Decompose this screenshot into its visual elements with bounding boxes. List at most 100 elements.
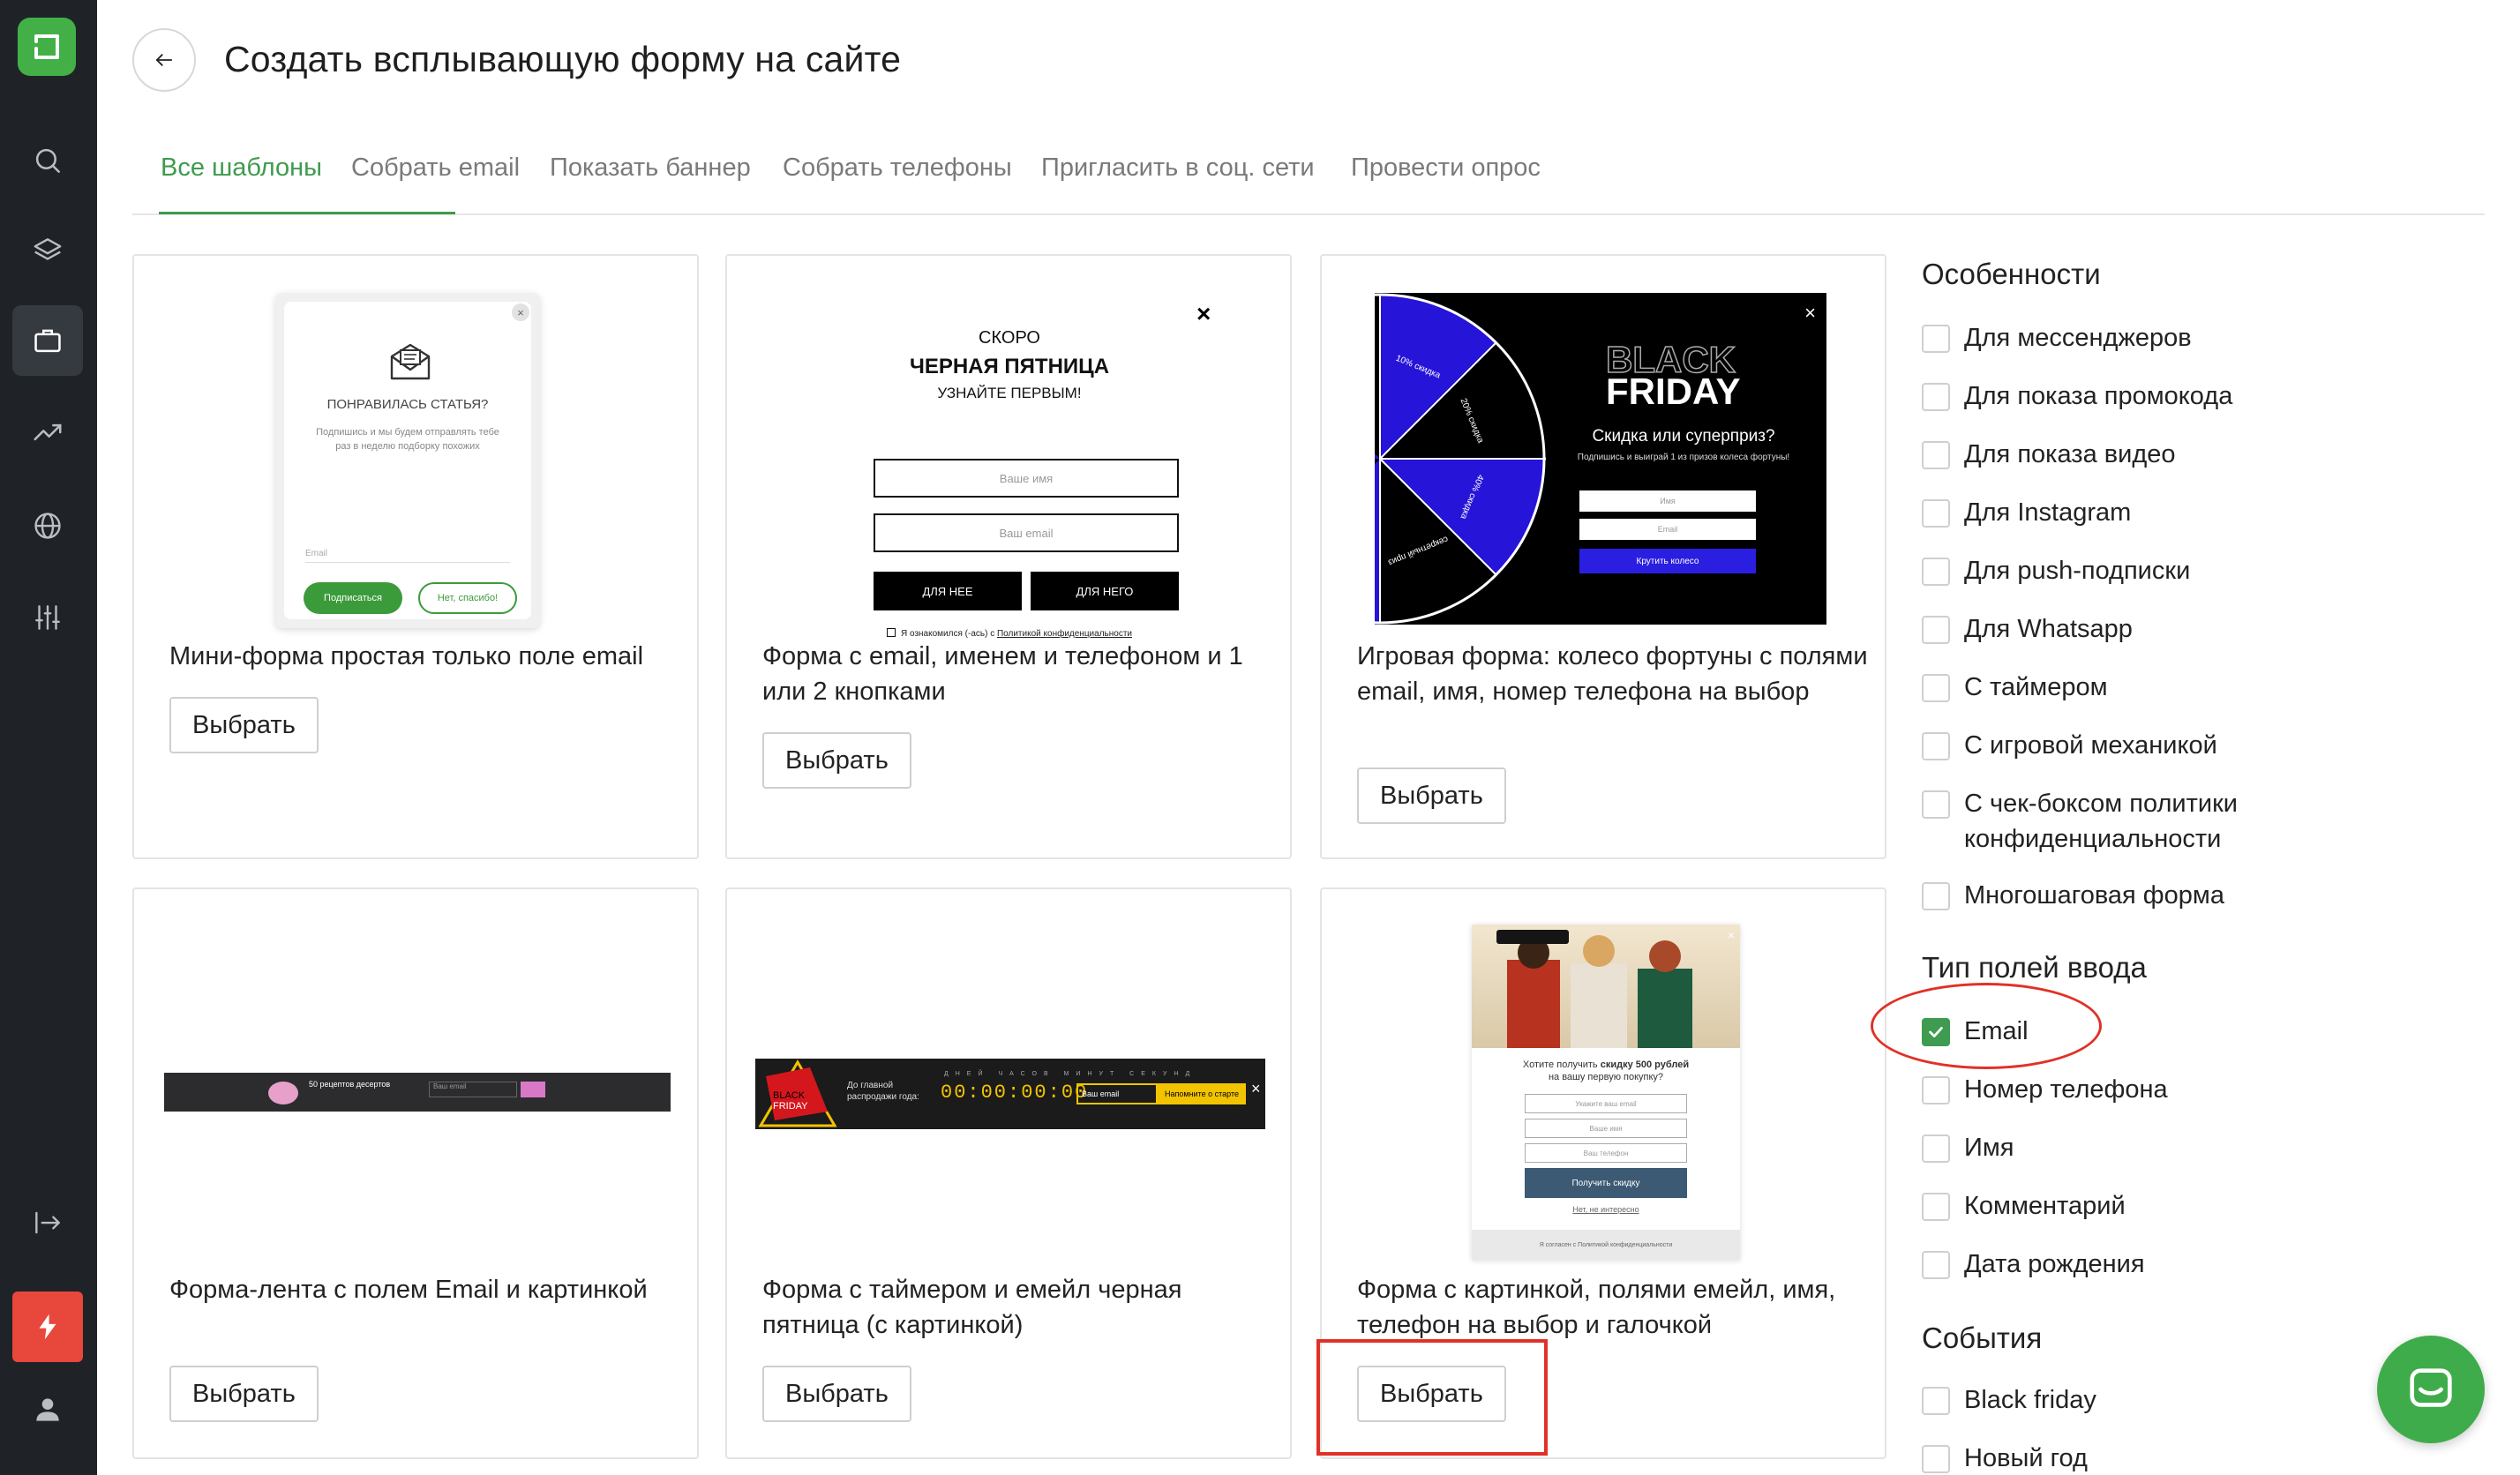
checkbox-icon[interactable] [1922,616,1950,644]
template-title: Форма-лента с полем Email и картинкой [169,1276,648,1304]
checkbox-icon[interactable] [1922,1134,1950,1163]
left-sidebar [0,0,97,1475]
filter-option[interactable]: Комментарий [1922,1191,2335,1224]
checkbox-icon[interactable] [1922,882,1950,910]
filter-option[interactable]: Номер телефона [1922,1074,2335,1107]
filter-option-label: С игровой механикой [1964,731,2217,760]
close-icon: × [1196,300,1211,327]
filter-option-label: С таймером [1964,673,2108,701]
active-tab-indicator [159,212,455,214]
annotation-ellipse [1871,983,2102,1069]
envelope-icon [390,343,431,380]
tab-survey[interactable]: Провести опрос [1351,153,1541,183]
search-icon[interactable] [12,125,83,196]
choose-button[interactable]: Выбрать [762,732,911,789]
template-card-email-name-phone: × СКОРО ЧЕРНАЯ ПЯТНИЦА УЗНАЙТЕ ПЕРВЫМ! В… [725,254,1292,859]
template-title: Мини-форма простая только поле email [169,642,644,670]
filter-option-label: Дата рождения [1964,1250,2145,1278]
checkbox-icon[interactable] [1922,1251,1950,1279]
briefcase-icon[interactable] [12,305,83,376]
filter-option-label: Для push-подписки [1964,557,2191,585]
tab-collect-phones[interactable]: Собрать телефоны [783,153,1012,183]
checkbox-icon[interactable] [1922,383,1950,411]
filter-option[interactable]: С игровой механикой [1922,730,2335,763]
filter-option[interactable]: Для push-подписки [1922,556,2335,588]
filter-option-label: Для мессенджеров [1964,324,2192,352]
filter-option[interactable]: Для показа промокода [1922,381,2335,414]
fashion-photo-image: × [1472,925,1740,1048]
filter-option-label: Комментарий [1964,1192,2126,1220]
macaron-image [268,1082,298,1104]
filter-option-label: Для показа промокода [1964,382,2233,410]
template-title: Форма с email, именем и телефоном и 1 ил… [762,642,1243,706]
tab-invite-social[interactable]: Пригласить в соц. сети [1041,153,1315,183]
template-preview: × Хотите получить скидку 500 рублей на в… [1472,925,1740,1260]
page-title: Создать всплывающую форму на сайте [224,39,902,79]
template-preview: × ПОНРАВИЛАСЬ СТАТЬЯ? Подпишись и мы буд… [275,293,540,628]
filter-option-label: Имя [1964,1134,2014,1162]
chat-icon [2410,1368,2452,1407]
checkbox-icon[interactable] [1922,1076,1950,1104]
checkbox-icon[interactable] [1922,674,1950,702]
globe-icon[interactable] [12,490,83,561]
choose-button[interactable]: Выбрать [169,697,319,753]
submit-arrow-icon [521,1082,545,1097]
filter-option[interactable]: Имя [1922,1133,2335,1165]
template-card-wheel-of-fortune: 10% скидка 20% скидка 40% скидка секретный … [1320,254,1886,859]
filter-option[interactable]: Для показа видео [1922,439,2335,472]
filter-option[interactable]: Black friday [1922,1385,2335,1418]
choose-button[interactable]: Выбрать [169,1366,319,1422]
checkbox-icon[interactable] [1922,790,1950,819]
filter-option[interactable]: Для Instagram [1922,498,2335,530]
trend-chart-icon[interactable] [12,397,83,468]
filter-option[interactable]: С чек-боксом политики конфиденциальности [1922,789,2335,857]
settings-sliders-icon[interactable] [12,582,83,653]
layers-icon[interactable] [12,215,83,286]
filter-option-label: Для Instagram [1964,498,2132,527]
filter-option-label: Для показа видео [1964,440,2176,468]
chat-widget-button[interactable] [2377,1336,2485,1443]
checkbox-icon[interactable] [1922,732,1950,760]
user-profile-icon[interactable] [12,1374,83,1445]
template-preview: × СКОРО ЧЕРНАЯ ПЯТНИЦА УЗНАЙТЕ ПЕРВЫМ! В… [762,273,1256,644]
tab-collect-email[interactable]: Собрать email [351,153,520,183]
filters-panel: Особенности Для мессенджеров Для показа п… [1922,0,2363,1475]
field-types-heading: Тип полей ввода [1922,951,2147,984]
annotation-rectangle [1316,1339,1548,1456]
checkbox-icon[interactable] [1922,1193,1950,1221]
template-card-timer-black-friday: BLACK FRIDAY До главной распродажи года:… [725,887,1292,1459]
app-logo-icon[interactable] [18,18,76,76]
filter-option[interactable]: Дата рождения [1922,1249,2335,1282]
template-title: Форма с таймером и емейл черная пятница … [762,1276,1182,1339]
filter-option-label: Номер телефона [1964,1075,2168,1104]
checkbox-icon[interactable] [1922,558,1950,586]
filter-option[interactable]: Для мессенджеров [1922,323,2335,356]
checkbox-icon[interactable] [1922,441,1950,469]
choose-button[interactable]: Выбрать [762,1366,911,1422]
filter-option[interactable]: Многошаговая форма [1922,880,2335,913]
checkbox-icon[interactable] [1922,1387,1950,1415]
template-preview: BLACK FRIDAY До главной распродажи года:… [755,1059,1265,1129]
filter-option[interactable]: Для Whatsapp [1922,614,2335,647]
filter-option-label: Многошаговая форма [1964,881,2224,910]
tab-all-templates[interactable]: Все шаблоны [161,153,322,183]
checkbox-icon [887,628,896,637]
filter-option-label: Новый год [1964,1444,2088,1472]
choose-button[interactable]: Выбрать [1357,767,1506,824]
checkbox-icon[interactable] [1922,1445,1950,1473]
back-button[interactable] [132,28,196,92]
filter-option-label: С чек-боксом политики конфиденциальности [1964,790,2238,853]
filter-option[interactable]: С таймером [1922,672,2335,705]
lightning-icon[interactable] [12,1292,83,1362]
fortune-wheel-icon: 10% скидка20% скидка40% скидкасекретный … [1375,293,1546,625]
close-icon: × [512,303,529,321]
template-title: Игровая форма: колесо фортуны с полями e… [1357,642,1868,706]
filter-option[interactable]: Новый год [1922,1443,2335,1475]
logout-icon[interactable] [12,1187,83,1258]
arrow-left-icon [155,54,173,66]
tab-show-banner[interactable]: Показать баннер [550,153,751,183]
checkbox-icon[interactable] [1922,325,1950,353]
close-icon: × [1727,928,1735,942]
filter-option-label: Для Whatsapp [1964,615,2133,643]
checkbox-icon[interactable] [1922,499,1950,528]
